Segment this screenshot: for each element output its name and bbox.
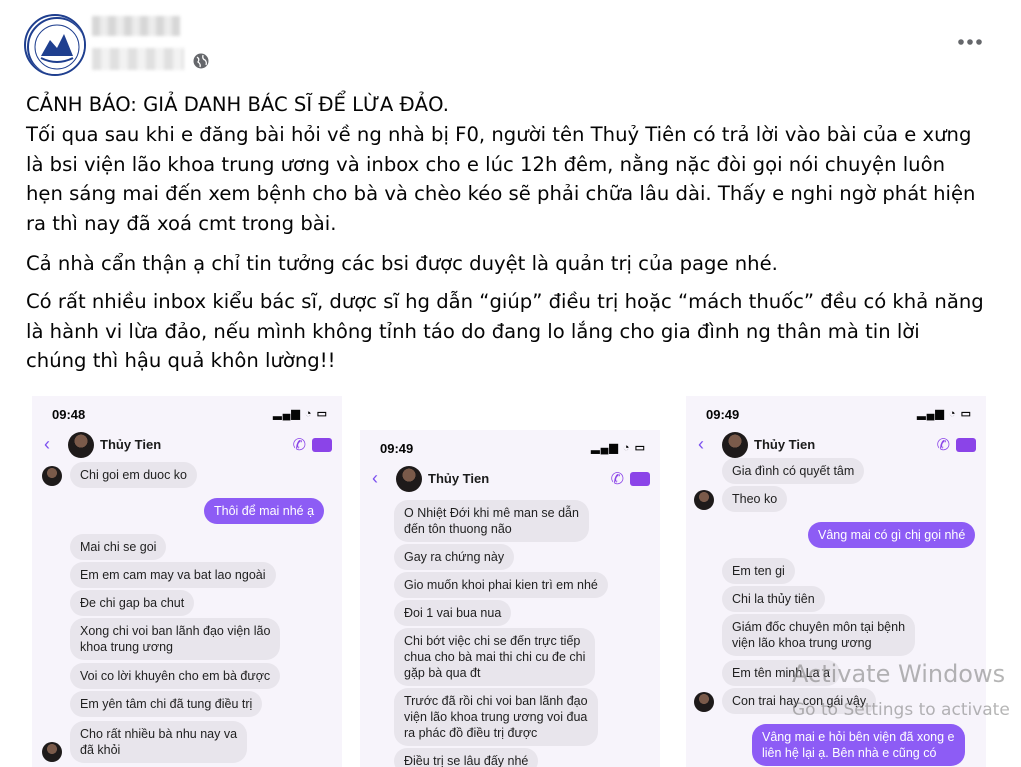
received-message-bubble[interactable]: Em ten gi — [722, 558, 795, 584]
received-message-bubble[interactable]: Chi goi em duoc ko — [70, 462, 198, 488]
chat-screenshot-2[interactable]: 09:49 ▂▄▆ ◔ ▭ ‹ Thủy Tien ✆ O Nhiệt Đới khi m… — [360, 430, 660, 767]
globe-icon[interactable] — [192, 52, 210, 70]
post-line: Tối qua sau khi e đăng bài hỏi về ng nhà… — [26, 122, 972, 146]
received-message-bubble[interactable]: Đoi 1 vai bua nua — [394, 600, 512, 626]
sent-message-bubble[interactable]: Vâng mai e hỏi bên viện đã xong e liên h… — [752, 724, 965, 766]
post-body: CẢNH BÁO: GIẢ DANH BÁC SĨ ĐỂ LỪA ĐẢO. Tố… — [26, 90, 1006, 386]
signal-battery-icon: ▂▄▆ ◔ ▭ — [591, 442, 646, 454]
received-message-bubble[interactable]: Gay ra chứng này — [394, 544, 515, 570]
status-time: 09:49 — [706, 407, 740, 422]
windows-watermark-subtitle: Go to Settings to activate — [792, 700, 1010, 720]
received-message-bubble[interactable]: Em em cam may va bat lao ngoài — [70, 562, 276, 588]
video-call-icon[interactable] — [630, 472, 650, 486]
post-header — [0, 0, 1021, 80]
post-line: hẹn sáng mai đến xem bệnh cho bà và chèo… — [26, 182, 976, 206]
video-call-icon[interactable] — [312, 438, 332, 452]
contact-name[interactable]: Thủy Tien — [100, 437, 161, 452]
received-message-bubble[interactable]: Theo ko — [722, 486, 788, 512]
received-message-bubble[interactable]: Voi co lời khuyên cho em bà được — [70, 663, 281, 689]
status-bar: 09:48 ▂▄▆ ◔ ▭ — [32, 396, 342, 430]
contact-avatar[interactable] — [68, 432, 94, 458]
received-message-bubble[interactable]: Xong chi voi ban lãnh đạo viện lão khoa … — [70, 618, 281, 660]
received-message-bubble[interactable]: Chi la thủy tiên — [722, 586, 825, 612]
signal-battery-icon: ▂▄▆ ◔ ▭ — [917, 408, 972, 420]
received-message-bubble[interactable]: Mai chi se goi — [70, 534, 167, 560]
back-arrow-icon[interactable]: ‹ — [698, 434, 704, 455]
post-paragraph-1: CẢNH BÁO: GIẢ DANH BÁC SĨ ĐỂ LỪA ĐẢO. Tố… — [26, 90, 1006, 239]
status-bar: 09:49 ▂▄▆ ◔ ▭ — [686, 396, 986, 430]
chat-screenshot-1[interactable]: 09:48 ▂▄▆ ◔ ▭ ‹ Thủy Tien ✆ Chi goi em duoc k… — [32, 396, 342, 767]
more-options-icon[interactable] — [954, 30, 986, 54]
contact-avatar[interactable] — [396, 466, 422, 492]
received-message-bubble[interactable]: Chi bớt việc chi se đến trực tiếp chua c… — [394, 628, 596, 686]
post-line: Cả nhà cẩn thận ạ chỉ tin tưởng các bsi … — [26, 251, 778, 275]
signal-battery-icon: ▂▄▆ ◔ ▭ — [273, 408, 328, 420]
post-line: chúng thì hậu quả khôn lường!! — [26, 349, 336, 373]
chat-header: ‹ Thủy Tien ✆ — [32, 430, 342, 462]
phone-call-icon[interactable]: ✆ — [293, 435, 306, 455]
received-message-bubble[interactable]: Gio muốn khoi phai kien trì em nhé — [394, 572, 608, 598]
received-message-bubble[interactable]: Gia đình có quyết tâm — [722, 458, 865, 484]
received-message-bubble[interactable]: Đe chi gap ba chut — [70, 590, 195, 616]
post-line: Có rất nhiều inbox kiểu bác sĩ, dược sĩ … — [26, 289, 984, 313]
phone-call-icon[interactable]: ✆ — [937, 435, 950, 455]
back-arrow-icon[interactable]: ‹ — [372, 468, 378, 489]
received-message-bubble[interactable]: Cho rất nhiều bà nhu nay va đã khỏi — [70, 721, 248, 763]
contact-avatar[interactable] — [722, 432, 748, 458]
status-time: 09:48 — [52, 407, 86, 422]
chat-header: ‹ Thủy Tien ✆ — [360, 464, 660, 496]
sent-message-bubble[interactable]: Thôi để mai nhé ạ — [204, 498, 325, 524]
video-call-icon[interactable] — [956, 438, 976, 452]
received-message-bubble[interactable]: Điều trị se lâu đấy nhé — [394, 748, 539, 767]
sender-avatar — [42, 742, 62, 762]
back-arrow-icon[interactable]: ‹ — [44, 434, 50, 455]
received-message-bubble[interactable]: Em yên tâm chi đã tung điều trị — [70, 691, 263, 717]
sender-avatar — [694, 490, 714, 510]
page-avatar[interactable] — [24, 14, 86, 76]
received-message-bubble[interactable]: Giám đốc chuyên môn tại bệnh viện lão kh… — [722, 614, 916, 656]
status-time: 09:49 — [380, 441, 414, 456]
post-line: ra thì nay đã xoá cmt trong bài. — [26, 212, 337, 236]
received-message-bubble[interactable]: O Nhiệt Đới khi mê man se dẫn đến tôn th… — [394, 500, 589, 542]
status-bar: 09:49 ▂▄▆ ◔ ▭ — [360, 430, 660, 464]
contact-name[interactable]: Thủy Tien — [428, 471, 489, 486]
sent-message-bubble[interactable]: Vâng mai có gì chị gọi nhé — [808, 522, 976, 548]
post-paragraph-3: Có rất nhiều inbox kiểu bác sĩ, dược sĩ … — [26, 287, 1006, 376]
post-line: là bsi viện lão khoa trung ương và inbox… — [26, 152, 946, 176]
windows-watermark-title: Activate Windows — [792, 660, 1006, 688]
post-line: là hành vi lừa đảo, nếu mình không tỉnh … — [26, 319, 920, 343]
post-time-blurred[interactable] — [92, 48, 184, 70]
author-name-blurred[interactable] — [92, 16, 180, 36]
sender-avatar — [694, 692, 714, 712]
received-message-bubble[interactable]: Trước đã rồi chi voi ban lãnh đạo viện l… — [394, 688, 598, 746]
post-line: CẢNH BÁO: GIẢ DANH BÁC SĨ ĐỂ LỪA ĐẢO. — [26, 93, 449, 116]
post-paragraph-2: Cả nhà cẩn thận ạ chỉ tin tưởng các bsi … — [26, 249, 1006, 279]
sender-avatar — [42, 466, 62, 486]
phone-call-icon[interactable]: ✆ — [611, 469, 624, 489]
contact-name[interactable]: Thủy Tien — [754, 437, 815, 452]
